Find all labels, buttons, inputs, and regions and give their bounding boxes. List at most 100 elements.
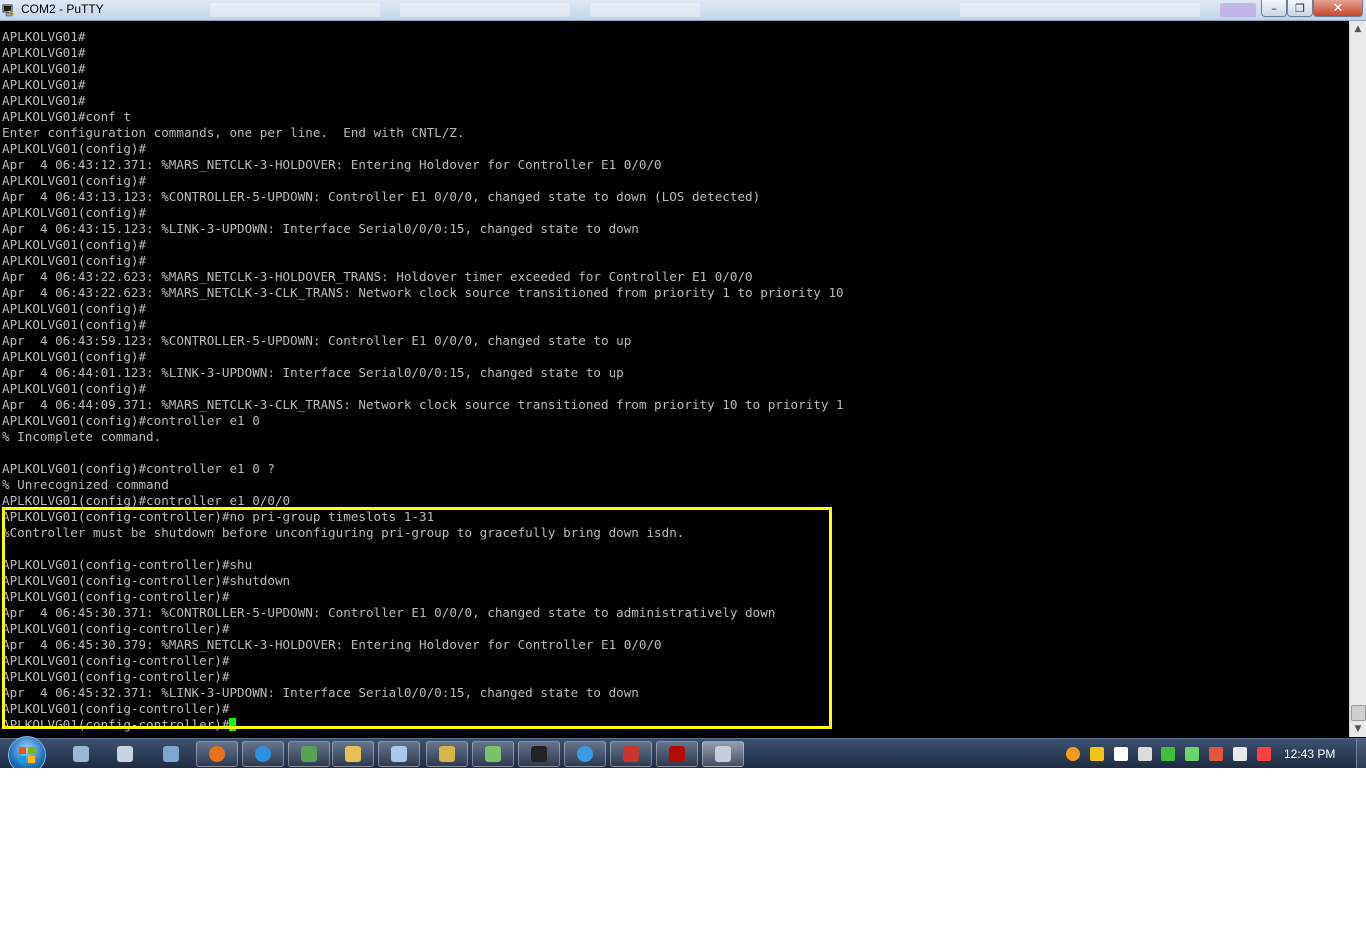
- taskbar-button-command-prompt[interactable]: [518, 741, 560, 767]
- terminal-line: Apr 4 06:43:22.623: %MARS_NETCLK-3-CLK_T…: [2, 285, 844, 300]
- taskbar-button-printer-fax[interactable]: [610, 741, 652, 767]
- terminal-line: Apr 4 06:43:15.123: %LINK-3-UPDOWN: Inte…: [2, 221, 639, 236]
- terminal-line: Apr 4 06:43:12.371: %MARS_NETCLK-3-HOLDO…: [2, 157, 662, 172]
- background-tab: [1220, 3, 1256, 17]
- internet-explorer-icon: [255, 746, 271, 762]
- image-viewer-icon: [301, 746, 317, 762]
- start-button[interactable]: [8, 736, 46, 768]
- command-prompt-icon: [531, 746, 547, 762]
- terminal-console[interactable]: APLKOLVG01# APLKOLVG01# APLKOLVG01# APLKOLV…: [0, 21, 1349, 737]
- taskbar-button-remote-desktop[interactable]: [60, 741, 102, 767]
- background-tab: [210, 3, 380, 17]
- network-tool-icon: [439, 746, 455, 762]
- taskbar-button-acrobat-reader[interactable]: [656, 741, 698, 767]
- taskbar-button-calculator[interactable]: [104, 741, 146, 767]
- taskbar-button-browser-globe[interactable]: [564, 741, 606, 767]
- terminal-line: APLKOLVG01(config-controller)#no pri-gro…: [2, 509, 435, 524]
- terminal-line: Apr 4 06:43:22.623: %MARS_NETCLK-3-HOLDO…: [2, 269, 753, 284]
- terminal-line: Apr 4 06:45:30.371: %CONTROLLER-5-UPDOWN…: [2, 605, 776, 620]
- terminal-line: APLKOLVG01(config)#: [2, 237, 147, 252]
- terminal-line: APLKOLVG01#: [2, 77, 86, 92]
- window-title: COM2 - PuTTY: [21, 2, 104, 16]
- network-monitor-icon[interactable]: [1161, 747, 1175, 761]
- acrobat-reader-icon: [669, 746, 685, 762]
- background-tab: [960, 3, 1200, 17]
- security-shield-icon[interactable]: [1090, 747, 1104, 761]
- terminal-prompt-line[interactable]: APLKOLVG01(config-controller)#: [2, 717, 844, 733]
- taskbar-button-image-viewer[interactable]: [288, 741, 330, 767]
- taskbar-button-internet-explorer[interactable]: [242, 741, 284, 767]
- terminal-line: APLKOLVG01(config)#: [2, 301, 147, 316]
- terminal-line: Apr 4 06:44:01.123: %LINK-3-UPDOWN: Inte…: [2, 365, 624, 380]
- terminal-cursor: [229, 718, 237, 731]
- signal-bars-icon[interactable]: [1114, 747, 1128, 761]
- mute-speaker-icon[interactable]: [1257, 747, 1271, 761]
- terminal-line: APLKOLVG01(config)#controller e1 0 ?: [2, 461, 275, 476]
- terminal-output: APLKOLVG01# APLKOLVG01# APLKOLVG01# APLKOLV…: [2, 29, 844, 733]
- terminal-line: APLKOLVG01(config)#: [2, 253, 147, 268]
- lock-icon[interactable]: [1138, 747, 1152, 761]
- file-explorer-icon: [345, 746, 361, 762]
- terminal-line: APLKOLVG01(config-controller)#shu: [2, 557, 253, 572]
- terminal-line: APLKOLVG01(config)#controller e1 0: [2, 413, 260, 428]
- windows-logo-icon: [19, 747, 35, 763]
- sametime-icon[interactable]: [1066, 747, 1080, 761]
- terminal-line: APLKOLVG01#: [2, 93, 86, 108]
- network-connection-icon[interactable]: [1185, 747, 1199, 761]
- terminal-line: APLKOLVG01(config)#: [2, 349, 147, 364]
- taskbar-button-vnc-viewer[interactable]: [150, 741, 192, 767]
- terminal-line: APLKOLVG01(config)#: [2, 205, 147, 220]
- terminal-line: Apr 4 06:43:59.123: %CONTROLLER-5-UPDOWN…: [2, 333, 632, 348]
- taskbar-button-network-tool[interactable]: [426, 741, 468, 767]
- terminal-line: APLKOLVG01(config)#: [2, 141, 147, 156]
- terminal-line: APLKOLVG01#: [2, 61, 86, 76]
- terminal-line: APLKOLVG01(config-controller)#: [2, 701, 230, 716]
- terminal-line: Apr 4 06:45:30.379: %MARS_NETCLK-3-HOLDO…: [2, 637, 662, 652]
- terminal-line: APLKOLVG01#: [2, 45, 86, 60]
- terminal-line: % Incomplete command.: [2, 429, 162, 444]
- show-desktop-button[interactable]: [1356, 739, 1366, 768]
- window-titlebar[interactable]: COM2 - PuTTY – ❐ ✕: [0, 0, 1366, 21]
- minimize-button[interactable]: –: [1261, 0, 1287, 17]
- putty-icon: [715, 746, 731, 762]
- taskbar-clock[interactable]: 12:43 PM: [1284, 747, 1335, 761]
- close-button[interactable]: ✕: [1313, 0, 1363, 17]
- notepad-icon: [391, 746, 407, 762]
- terminal-line: Apr 4 06:45:32.371: %LINK-3-UPDOWN: Inte…: [2, 685, 639, 700]
- maximize-button[interactable]: ❐: [1287, 0, 1313, 17]
- putty-app-icon[interactable]: [2, 3, 16, 17]
- terminal-line: APLKOLVG01(config-controller)#: [2, 589, 230, 604]
- terminal-line: Enter configuration commands, one per li…: [2, 125, 465, 140]
- firefox-icon: [209, 746, 225, 762]
- terminal-prompt: APLKOLVG01(config-controller)#: [2, 717, 230, 732]
- taskbar-button-firefox[interactable]: [196, 741, 238, 767]
- taskbar-button-file-explorer[interactable]: [332, 741, 374, 767]
- terminal-line: APLKOLVG01(config-controller)#shutdown: [2, 573, 291, 588]
- scroll-up-arrow-icon[interactable]: ▲: [1350, 21, 1366, 37]
- windows-taskbar: 12:43 PM: [0, 736, 1366, 768]
- terminal-scrollbar[interactable]: ▲ ▼: [1349, 21, 1366, 737]
- scroll-down-arrow-icon[interactable]: ▼: [1350, 721, 1366, 737]
- terminal-line: APLKOLVG01(config-controller)#: [2, 621, 230, 636]
- taskbar-button-messenger[interactable]: [472, 741, 514, 767]
- terminal-line: APLKOLVG01#: [2, 29, 86, 44]
- terminal-line: Apr 4 06:43:13.123: %CONTROLLER-5-UPDOWN…: [2, 189, 761, 204]
- terminal-line: Apr 4 06:44:09.371: %MARS_NETCLK-3-CLK_T…: [2, 397, 844, 412]
- terminal-line: APLKOLVG01(config)#: [2, 173, 147, 188]
- terminal-line: APLKOLVG01(config-controller)#: [2, 653, 230, 668]
- volume-icon[interactable]: [1209, 747, 1223, 761]
- terminal-line: APLKOLVG01(config)#: [2, 317, 147, 332]
- taskbar-button-putty[interactable]: [702, 741, 744, 767]
- terminal-line: APLKOLVG01(config-controller)#: [2, 669, 230, 684]
- taskbar-button-notepad[interactable]: [378, 741, 420, 767]
- scrollbar-thumb[interactable]: [1351, 705, 1366, 721]
- usb-device-icon[interactable]: [1233, 747, 1247, 761]
- calculator-icon: [117, 746, 133, 762]
- printer-fax-icon: [623, 746, 639, 762]
- terminal-line: %Controller must be shutdown before unco…: [2, 525, 685, 540]
- background-tab: [400, 3, 570, 17]
- remote-desktop-icon: [73, 746, 89, 762]
- background-tab: [590, 3, 700, 17]
